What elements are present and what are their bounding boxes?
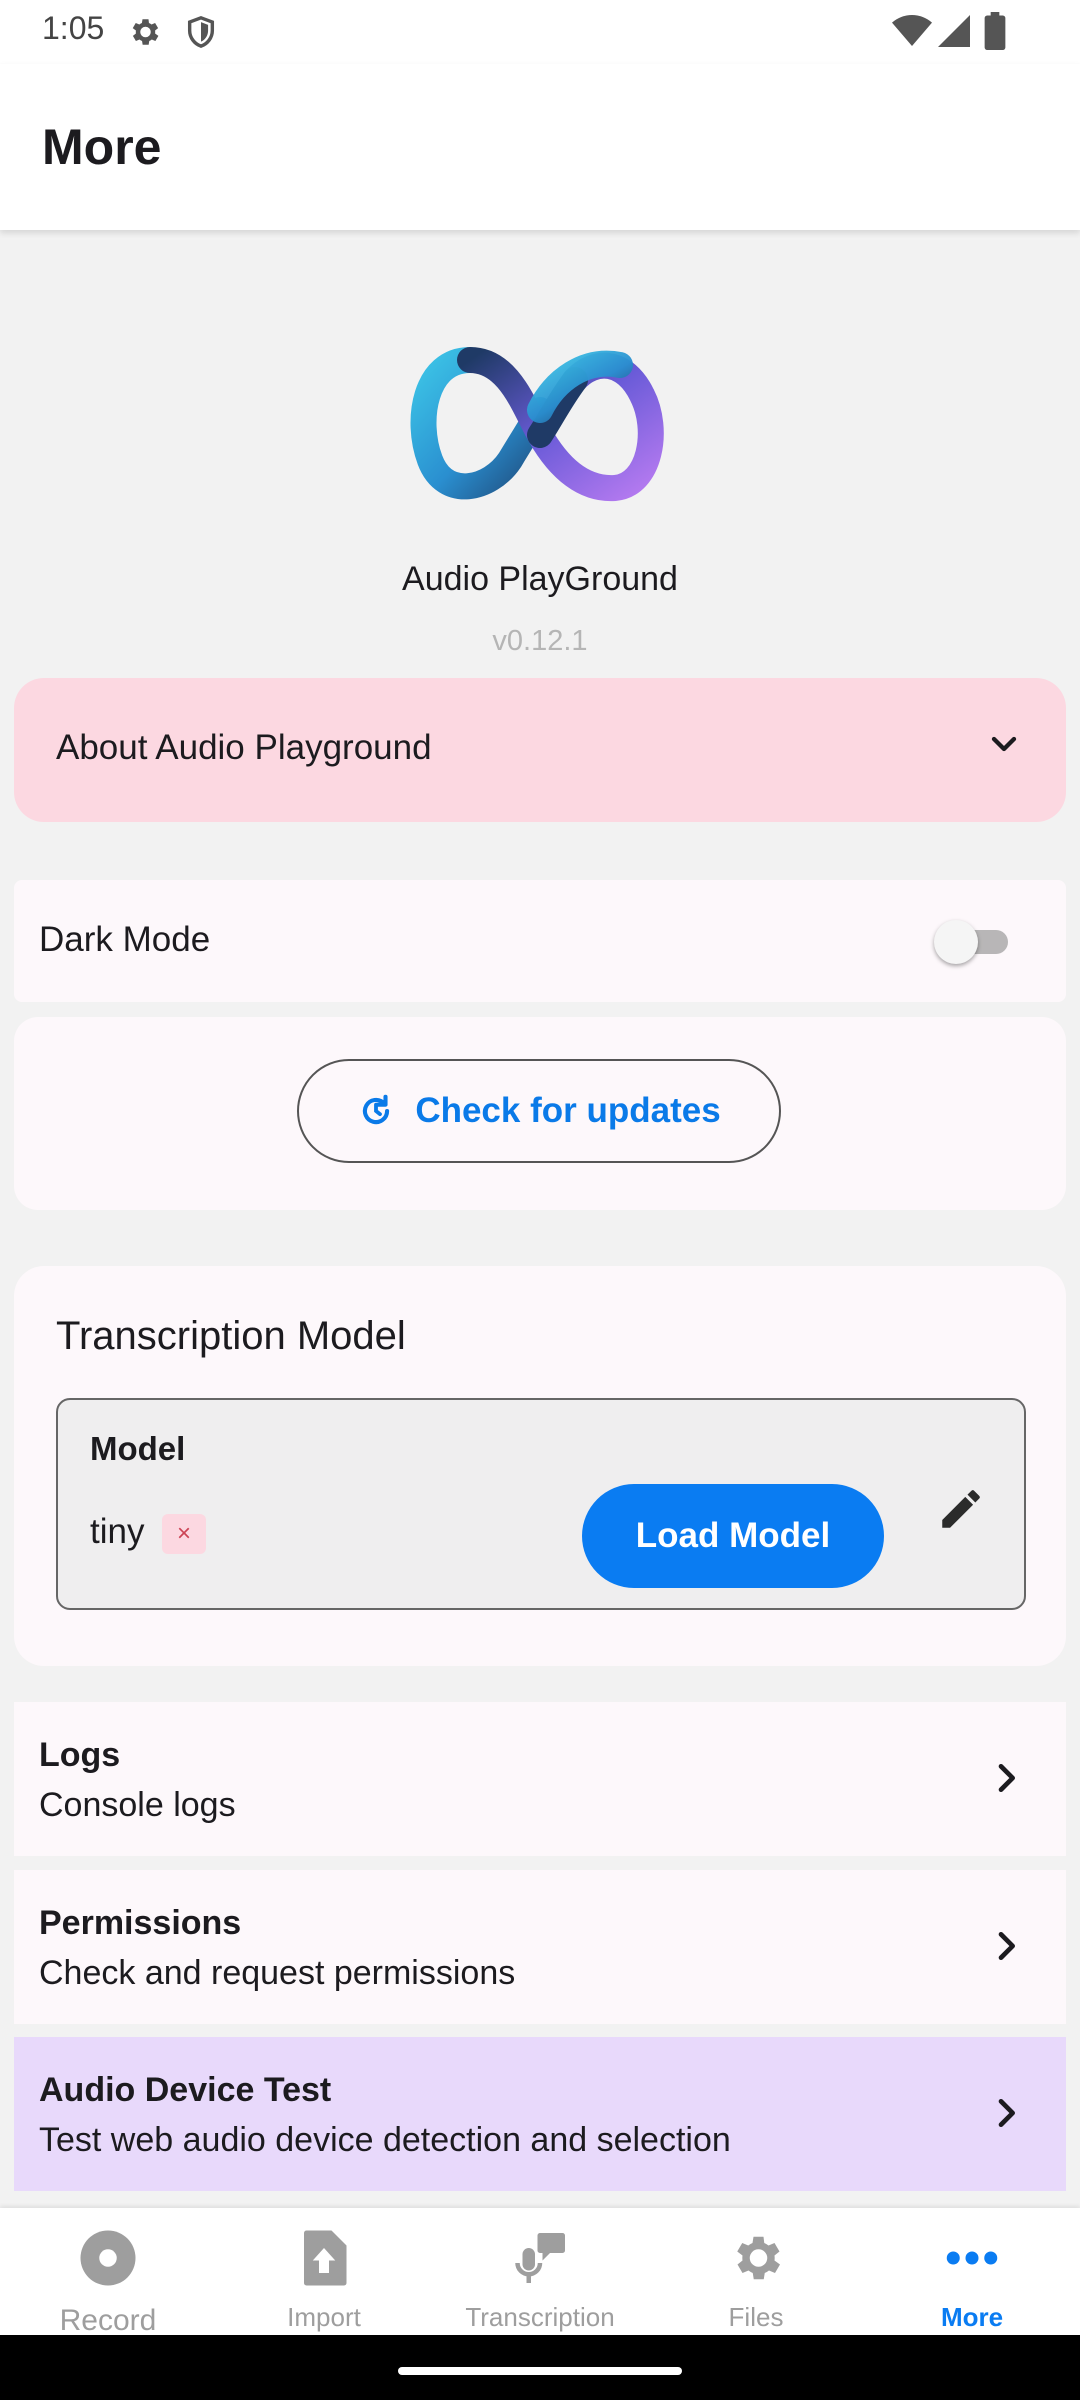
files-icon [737, 2236, 780, 2280]
transcription-model-card: Transcription Model Model tiny × Load Mo… [14, 1266, 1066, 1666]
nav-transcription[interactable]: Transcription [432, 2208, 648, 2335]
logs-subtitle: Console logs [39, 1786, 236, 1824]
nav-record[interactable]: Record [0, 2208, 216, 2337]
model-value: tiny [90, 1512, 145, 1551]
bottom-navigation: Record Import Transcription Files More [0, 2208, 1080, 2337]
transcription-icon [515, 2233, 565, 2283]
wifi-icon [892, 15, 932, 46]
signal-icon [938, 15, 970, 47]
status-time: 1:05 [42, 10, 105, 46]
transcription-model-heading: Transcription Model [56, 1314, 406, 1358]
status-bar: 1:05 [0, 0, 1080, 64]
nav-more[interactable]: More [864, 2208, 1080, 2335]
edit-icon[interactable] [936, 1484, 986, 1534]
more-icon [946, 2251, 998, 2265]
page-title: More [42, 119, 162, 175]
app-logo [410, 347, 664, 502]
nav-import-label: Import [287, 2302, 361, 2332]
permissions-row[interactable]: Permissions Check and request permission… [14, 1870, 1066, 2024]
app-version: v0.12.1 [492, 625, 588, 657]
audio-device-test-row[interactable]: Audio Device Test Test web audio device … [14, 2037, 1066, 2191]
permissions-subtitle: Check and request permissions [39, 1954, 516, 1992]
app-name: Audio PlayGround [402, 560, 678, 598]
audio-device-test-subtitle: Test web audio device detection and sele… [39, 2121, 731, 2159]
model-selector: Model tiny × Load Model [56, 1398, 1026, 1610]
about-accordion-label: About Audio Playground [56, 728, 432, 767]
load-model-button[interactable]: Load Model [582, 1484, 884, 1588]
about-accordion[interactable]: About Audio Playground [14, 678, 1066, 822]
shield-status-icon [187, 16, 215, 48]
logs-title: Logs [39, 1736, 121, 1774]
settings-status-icon [132, 19, 159, 45]
battery-icon [984, 12, 1006, 50]
dark-mode-label: Dark Mode [39, 920, 211, 959]
check-updates-label: Check for updates [415, 1091, 721, 1130]
system-nav-bar [0, 2335, 1080, 2400]
dark-mode-row: Dark Mode [14, 880, 1066, 1002]
model-clear-chip[interactable]: × [162, 1514, 206, 1554]
nav-more-label: More [940, 2302, 1004, 2332]
nav-files[interactable]: Files [648, 2208, 864, 2335]
logs-row[interactable]: Logs Console logs [14, 1702, 1066, 1856]
import-icon [304, 2230, 347, 2286]
home-indicator[interactable] [398, 2367, 682, 2375]
chevron-right-icon [998, 1764, 1015, 1792]
nav-record-label: Record [59, 2304, 157, 2337]
chevron-right-icon [998, 2099, 1015, 2127]
record-icon [80, 2230, 136, 2286]
dark-mode-toggle[interactable] [934, 920, 1018, 964]
chevron-right-icon [998, 1932, 1015, 1960]
nav-files-label: Files [728, 2302, 784, 2332]
updates-card: Check for updates [14, 1017, 1066, 1210]
refresh-icon [363, 1094, 390, 1125]
check-updates-button[interactable]: Check for updates [297, 1059, 781, 1163]
permissions-title: Permissions [39, 1904, 242, 1942]
toggle-thumb [934, 920, 978, 964]
chevron-down-icon [991, 736, 1017, 752]
model-field-label: Model [90, 1430, 186, 1467]
nav-transcription-label: Transcription [465, 2302, 615, 2332]
audio-device-test-title: Audio Device Test [39, 2071, 332, 2109]
nav-import[interactable]: Import [216, 2208, 432, 2335]
app-header: More [0, 64, 1080, 230]
